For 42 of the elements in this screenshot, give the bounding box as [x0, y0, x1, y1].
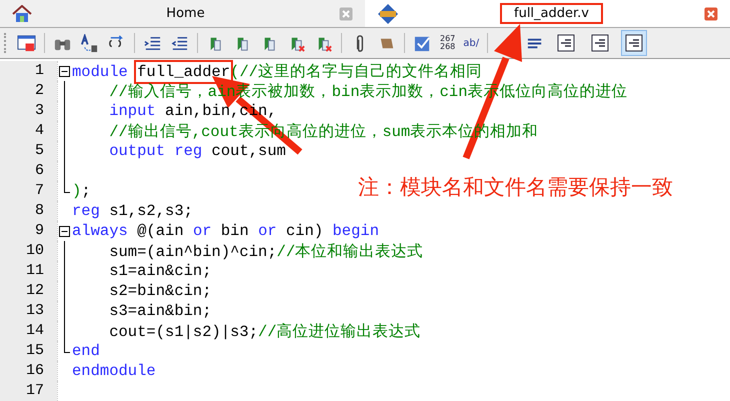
line-number: 6: [0, 161, 57, 181]
collapse-icon[interactable]: [59, 66, 70, 77]
code-line: s1=ain&cin;: [108, 262, 212, 280]
line-number: 2: [0, 81, 57, 101]
line-number: 14: [0, 321, 57, 341]
replace-icon[interactable]: [80, 34, 99, 52]
editor-tab[interactable]: Home: [0, 0, 365, 27]
code-line: module full_adder(//这里的名字与自己的文件名相同: [72, 60, 482, 82]
code-line: cout=(s1|s2)|s3;//高位进位输出表达式: [108, 322, 421, 342]
annotation-note: 注：模块名和文件名需要保持一致: [358, 174, 673, 201]
line-number: 16: [0, 361, 57, 381]
code-line: s2=bin&cin;: [108, 282, 212, 300]
code-line: reg s1,s2,s3;: [72, 202, 193, 220]
line-number: 5: [0, 141, 57, 161]
line-number: 9: [0, 221, 57, 241]
code-line: );: [72, 182, 91, 200]
line-number: 11: [0, 261, 57, 281]
house-icon: [12, 4, 32, 22]
line-number: 15: [0, 341, 57, 361]
code-line: always @(ain or bin or cin) begin: [72, 222, 379, 240]
diamond-icon: [377, 2, 399, 24]
window-icon[interactable]: [17, 34, 36, 52]
spell-check-button[interactable]: ab/: [463, 38, 480, 48]
line-number: 4: [0, 121, 57, 141]
code-line: end: [72, 342, 100, 360]
collapse-icon[interactable]: [59, 226, 70, 237]
code-line: s3=ain&bin;: [108, 302, 212, 320]
close-icon[interactable]: [704, 6, 718, 20]
line-number: 17: [0, 381, 57, 401]
line-number: 10: [0, 241, 57, 261]
line-number: 8: [0, 201, 57, 221]
code-line: sum=(ain^bin)^cin;//本位和输出表达式: [108, 242, 424, 262]
line-number: 7: [0, 181, 57, 201]
line-number-button[interactable]: 267 268: [440, 35, 456, 51]
toolbar-grip[interactable]: [4, 33, 9, 53]
line-number: 12: [0, 281, 57, 301]
line-number: 13: [0, 301, 57, 321]
line-number: 3: [0, 101, 57, 121]
code-line: endmodule: [72, 362, 156, 380]
view-toggle-button[interactable]: [621, 30, 648, 56]
code-line: output reg cout,sum: [108, 142, 286, 160]
line-number: 1: [0, 61, 57, 81]
